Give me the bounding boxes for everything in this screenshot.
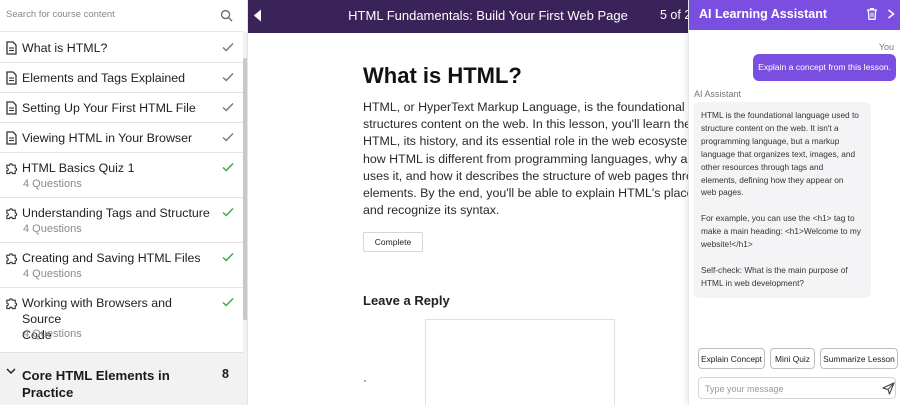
quiz-item[interactable]: Creating and Saving HTML Files 4 Questio… [0,243,243,288]
search-bar[interactable]: Search for course content [0,0,243,32]
chevron-right-icon[interactable] [887,9,895,19]
checkmark-icon [222,297,234,307]
document-icon [6,131,17,145]
document-icon [6,101,17,115]
assistant-title: AI Learning Assistant [699,7,828,21]
checkmark-icon [222,162,234,172]
search-icon[interactable] [220,9,233,22]
user-label: You [878,42,894,52]
course-header: HTML Fundamentals: Build Your First Web … [248,0,692,33]
summarize-lesson-button[interactable]: Summarize Lesson [820,348,898,369]
puzzle-icon [6,298,18,310]
puzzle-icon [6,208,18,220]
module-title: Core HTML Elements in Practice [22,368,170,400]
lesson-title: Setting Up Your First HTML File [22,101,196,115]
ai-assistant-panel: AI Learning Assistant You Explain a conc… [688,0,900,405]
document-icon [6,41,17,55]
lesson-body: HTML, or HyperText Markup Language, is t… [363,100,688,218]
checkmark-icon [222,207,234,217]
chat-input[interactable] [705,382,865,395]
module-lesson-count: 8 [222,367,229,381]
ai-message-bubble: HTML is the foundational language used t… [693,102,871,298]
quiz-question-count: 4 Questions [23,268,82,280]
user-message-bubble: Explain a concept from this lesson. [753,54,896,81]
checkmark-icon [222,43,234,52]
quiz-item[interactable]: Understanding Tags and Structure 4 Quest… [0,198,243,243]
search-placeholder: Search for course content [6,9,115,20]
divider-dot [364,380,366,382]
checkmark-icon [222,133,234,142]
reply-box[interactable] [425,319,615,405]
complete-button[interactable]: Complete [363,232,423,252]
lesson-item[interactable]: Viewing HTML in Your Browser [0,123,243,153]
explain-concept-button[interactable]: Explain Concept [698,348,765,369]
module-header[interactable]: Core HTML Elements in Practice 8 [0,352,243,405]
quiz-question-count: 4 Questions [23,223,82,235]
quiz-title: Understanding Tags and Structure [22,206,210,220]
send-icon[interactable] [882,382,895,395]
checkmark-icon [222,73,234,82]
quiz-question-count: 4 Questions [23,178,82,190]
puzzle-icon [6,253,18,265]
ai-label: AI Assistant [694,89,742,99]
chat-input-container [698,377,896,399]
course-sidebar: Search for course content What is HTML? … [0,0,248,405]
lesson-heading: What is HTML? [363,63,522,88]
lesson-title: What is HTML? [22,41,108,55]
quiz-item[interactable]: HTML Basics Quiz 1 4 Questions [0,153,243,198]
lesson-item[interactable]: Setting Up Your First HTML File [0,93,243,123]
quiz-item[interactable]: Working with Browsers and Source Code 4 … [0,288,243,352]
reply-heading: Leave a Reply [363,293,450,308]
trash-icon[interactable] [866,7,878,20]
document-icon [6,71,17,85]
course-title: HTML Fundamentals: Build Your First Web … [348,8,628,23]
quiz-title: Creating and Saving HTML Files [22,251,201,265]
puzzle-icon [6,163,18,175]
lesson-item[interactable]: What is HTML? [0,32,243,63]
lesson-progress-count: 5 of 2 [660,8,692,22]
lesson-content: What is HTML? HTML, or HyperText Markup … [248,33,688,405]
checkmark-icon [222,103,234,112]
chevron-down-icon[interactable] [6,367,16,375]
lesson-item[interactable]: Elements and Tags Explained [0,63,243,93]
lesson-title: Viewing HTML in Your Browser [22,131,193,145]
mini-quiz-button[interactable]: Mini Quiz [770,348,815,369]
quiz-title: HTML Basics Quiz 1 [22,161,135,175]
checkmark-icon [222,252,234,262]
lesson-title: Elements and Tags Explained [22,71,186,85]
quiz-question-count: 4 Questions [23,328,82,340]
assistant-header: AI Learning Assistant [689,0,900,30]
